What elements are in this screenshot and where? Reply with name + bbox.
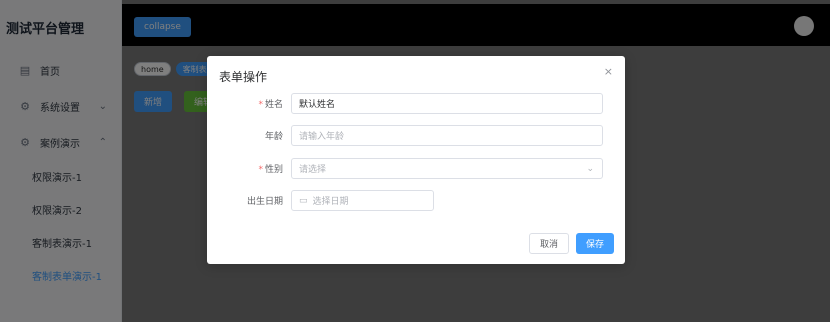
form-row-birthday: 出生日期 ▭ 选择日期 [207, 190, 434, 211]
field-label-text: 姓名 [264, 100, 283, 110]
cancel-button[interactable]: 取消 [528, 233, 569, 254]
form-dialog: 表单操作 × * 姓名 默认姓名 年龄 请输入年龄 * 性别 请选择 ⌄ 出生日期 … [207, 56, 625, 264]
form-row-name: * 姓名 默认姓名 [207, 93, 603, 114]
field-label-name: * 姓名 [207, 97, 291, 110]
date-placeholder: 选择日期 [312, 197, 349, 207]
save-button[interactable]: 保存 [575, 233, 614, 254]
age-input[interactable]: 请输入年龄 [291, 125, 603, 146]
field-label-gender: * 性别 [207, 162, 291, 175]
field-label-birthday: 出生日期 [246, 197, 283, 207]
gender-select[interactable]: 请选择 ⌄ [291, 158, 603, 179]
required-mark: * [258, 100, 263, 110]
calendar-icon: ▭ [299, 195, 308, 206]
select-placeholder: 请选择 [299, 165, 327, 175]
close-icon[interactable]: × [604, 65, 613, 78]
form-row-age: 年龄 请输入年龄 [207, 125, 603, 146]
name-input[interactable]: 默认姓名 [291, 93, 603, 114]
birthday-date-picker[interactable]: ▭ 选择日期 [291, 190, 434, 211]
dialog-footer: 取消 保存 [528, 233, 614, 254]
field-label-text: 性别 [264, 165, 283, 175]
field-label-age: 年龄 [264, 132, 283, 142]
dialog-title: 表单操作 [219, 70, 268, 84]
required-mark: * [258, 165, 263, 175]
chevron-down-icon: ⌄ [586, 163, 594, 174]
form-row-gender: * 性别 请选择 ⌄ [207, 158, 603, 179]
